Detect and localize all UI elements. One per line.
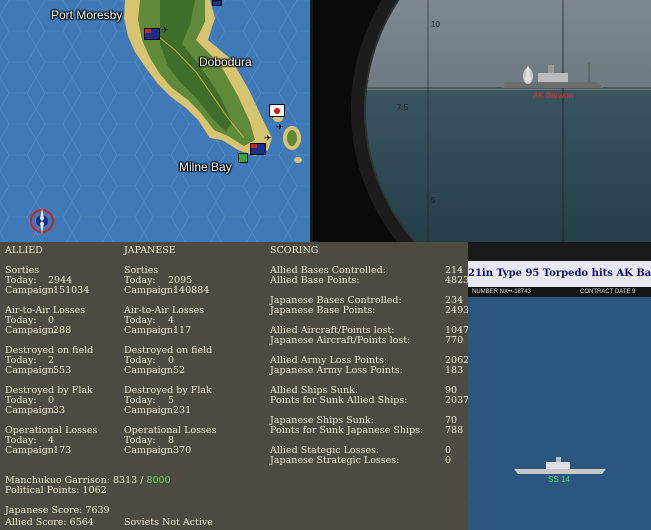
- sea-view: [468, 297, 651, 530]
- political-value: 1062: [82, 485, 107, 496]
- allied-field-campaign: 553: [53, 365, 72, 376]
- compass-icon[interactable]: [27, 206, 57, 236]
- garrison-value: 8313: [113, 475, 138, 486]
- location-dobodura[interactable]: Dobodura: [199, 55, 252, 69]
- japanese-score-row: Japanese Score: 7639: [5, 506, 110, 516]
- japanese-operational-campaign-label: Campaign:: [124, 445, 177, 456]
- allied-flak-campaign: 33: [53, 405, 66, 416]
- japanese-score-label: Japanese Score:: [5, 505, 83, 516]
- scoring-value: 2493: [445, 305, 470, 316]
- allied-title: ALLIED: [5, 245, 43, 256]
- allied-sorties-campaign: 151034: [53, 285, 90, 296]
- japanese-air-campaign: 117: [173, 325, 192, 336]
- allied-air-campaign: 288: [53, 325, 72, 336]
- australian-flag-icon[interactable]: [144, 28, 160, 40]
- japanese-score-value: 7639: [85, 505, 110, 516]
- combat-report: ALLIED Sorties Today: 2944 Campaign: 151…: [0, 242, 470, 530]
- base-icon[interactable]: [238, 153, 248, 163]
- japanese-flag-icon[interactable]: [269, 104, 285, 117]
- allied-air-campaign-label: Campaign:: [5, 325, 58, 336]
- allied-operational-campaign-label: Campaign:: [5, 445, 58, 456]
- scoring-label: Japanese Aircraft/Points lost:: [270, 335, 411, 346]
- scoring-value: 183: [445, 365, 464, 376]
- garrison-required: 8000: [146, 475, 171, 486]
- scoring-label: Points for Sunk Japanese Ships:: [270, 425, 424, 436]
- japanese-sorties-campaign: 140884: [173, 285, 210, 296]
- location-milne-bay[interactable]: Milne Bay: [179, 160, 232, 174]
- aircraft-icon[interactable]: ✈: [276, 123, 284, 133]
- japanese-title: JAPANESE: [124, 245, 176, 256]
- allied-score-row: Allied Score: 6564: [5, 518, 94, 528]
- scoring-label: Allied Base Points:: [270, 275, 360, 286]
- strip-contract: CONTRACT DATE 9: [580, 289, 636, 295]
- aircraft-icon[interactable]: ✈: [161, 26, 169, 36]
- periscope-view: 10 7.5 5 AK Barwon: [313, 0, 651, 242]
- japanese-sorties-campaign-label: Campaign:: [124, 285, 177, 296]
- japanese-operational-campaign: 370: [173, 445, 192, 456]
- japanese-field-campaign: 52: [173, 365, 186, 376]
- combat-animation-panel: 21in Type 95 Torpedo hits AK Barwon NUMB…: [468, 242, 651, 530]
- japanese-flak-campaign: 231: [173, 405, 192, 416]
- document-strip: NUMBER NX••-18743 CONTRACT DATE 9: [468, 287, 651, 297]
- japanese-field-campaign-label: Campaign:: [124, 365, 177, 376]
- political-row: Political Points: 1062: [5, 486, 107, 496]
- scoring-label: Japanese Strategic Losses:: [270, 455, 400, 466]
- allied-flak-campaign-label: Campaign:: [5, 405, 58, 416]
- allied-field-campaign-label: Campaign:: [5, 365, 58, 376]
- scoring-value: 4823: [445, 275, 470, 286]
- japanese-flak-campaign-label: Campaign:: [124, 405, 177, 416]
- allied-sorties-campaign-label: Campaign:: [5, 285, 58, 296]
- aircraft-icon[interactable]: ✈: [264, 134, 272, 144]
- allied-operational-campaign: 173: [53, 445, 72, 456]
- political-label: Political Points:: [5, 485, 80, 496]
- combat-event-banner: 21in Type 95 Torpedo hits AK Barwon: [468, 261, 651, 287]
- scoring-label: Points for Sunk Allied Ships:: [270, 395, 408, 406]
- australian-flag-icon[interactable]: [212, 0, 222, 6]
- australian-flag-icon[interactable]: [250, 143, 266, 155]
- soviets-status: Soviets Not Active: [124, 517, 213, 528]
- target-ship-label: AK Barwon: [533, 91, 574, 100]
- allied-score-value: 6564: [69, 517, 94, 528]
- range-mark: 7.5: [397, 103, 409, 112]
- scoring-value: 0: [445, 455, 452, 466]
- scoring-value: 2037: [445, 395, 470, 406]
- ship-id-label: SS 14: [548, 475, 570, 484]
- scoring-value: 770: [445, 335, 464, 346]
- strip-number: NUMBER NX••-18743: [472, 289, 531, 295]
- range-mark: 5: [431, 196, 436, 205]
- scoring-title: SCORING: [270, 245, 319, 256]
- scoring-value: 788: [445, 425, 464, 436]
- japanese-air-campaign-label: Campaign:: [124, 325, 177, 336]
- range-mark: 10: [431, 20, 440, 29]
- location-port-moresby[interactable]: Port Moresby: [51, 8, 122, 22]
- scoring-label: Japanese Army Loss Points:: [270, 365, 403, 376]
- panel-top-bar: [468, 242, 651, 261]
- operations-map[interactable]: Port Moresby Dobodura Milne Bay ✈ ✈ ✈: [0, 0, 310, 242]
- scoring-label: Japanese Base Points:: [270, 305, 376, 316]
- allied-score-label: Allied Score:: [5, 517, 67, 528]
- garrison-separator: /: [140, 475, 144, 486]
